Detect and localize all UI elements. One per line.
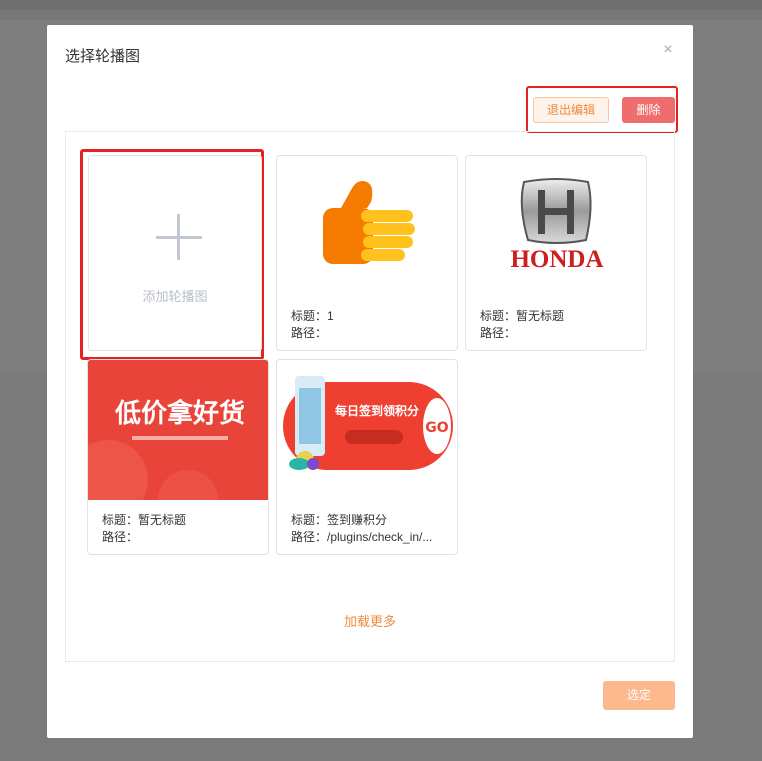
banner-headline: 每日签到领积分 xyxy=(335,403,419,418)
card-path: 路径： xyxy=(291,326,328,340)
card-title: 标题：签到赚积分 xyxy=(291,513,388,527)
close-icon[interactable]: × xyxy=(659,41,677,59)
card-meta: 标题：1 路径： xyxy=(291,308,451,342)
add-banner-card[interactable]: 添加轮播图 xyxy=(88,155,262,351)
card-title: 标题：1 xyxy=(291,309,334,323)
delete-button[interactable]: 删除 xyxy=(622,97,675,123)
card-path: 路径： xyxy=(102,530,139,544)
banner-headline: 低价拿好货 xyxy=(114,398,245,429)
card-meta: 标题：暂无标题 路径： xyxy=(102,512,262,546)
banner-card[interactable]: 标题：1 路径： xyxy=(276,155,458,351)
go-badge: GO xyxy=(425,420,448,436)
card-path: 路径： xyxy=(480,326,517,340)
checkin-banner-image: 每日签到领积分 GO xyxy=(277,360,457,500)
low-price-banner-image: 低价拿好货 xyxy=(88,360,268,500)
load-more-link[interactable]: 加载更多 xyxy=(0,611,740,630)
backdrop-top xyxy=(0,0,762,10)
banner-card[interactable]: 低价拿好货 标题：暂无标题 路径： xyxy=(87,359,269,555)
card-meta: 标题：暂无标题 路径： xyxy=(480,308,640,342)
card-title: 标题：暂无标题 xyxy=(102,513,187,527)
dialog-title: 选择轮播图 xyxy=(65,48,141,65)
confirm-button[interactable]: 选定 xyxy=(603,681,675,710)
honda-logo-text: HONDA xyxy=(510,246,603,273)
exit-edit-button[interactable]: 退出编辑 xyxy=(533,97,609,123)
honda-logo-image: HONDA xyxy=(466,156,646,296)
add-banner-label: 添加轮播图 xyxy=(142,289,208,304)
card-title: 标题：暂无标题 xyxy=(480,309,565,323)
backdrop-band xyxy=(0,10,762,20)
card-path: 路径：/plugins/check_in/... xyxy=(291,530,433,544)
banner-card[interactable]: 每日签到领积分 GO 标题：签到赚积分 路径：/plugins/check_in… xyxy=(276,359,458,555)
thumbs-up-image xyxy=(277,156,457,296)
card-meta: 标题：签到赚积分 路径：/plugins/check_in/... xyxy=(291,512,451,546)
banner-card[interactable]: HONDA 标题：暂无标题 路径： xyxy=(465,155,647,351)
